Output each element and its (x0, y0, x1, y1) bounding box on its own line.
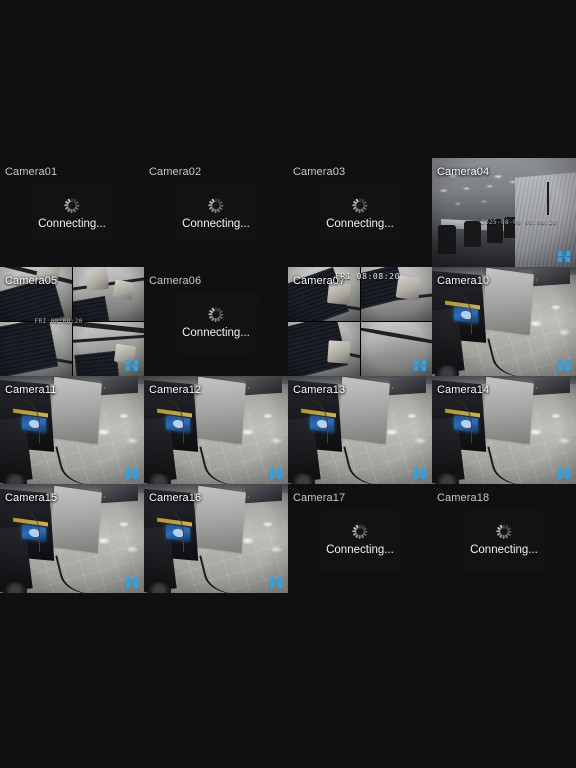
camera-name-label: Camera15 (5, 492, 58, 505)
camera-cell-camera12[interactable]: Camera12 (144, 375, 288, 485)
connecting-label: Connecting... (470, 544, 538, 557)
camera-cell-camera14[interactable]: Camera14 (432, 375, 576, 485)
camera07-osd-timestamp: FRI 08:08:20 (335, 271, 400, 281)
camera-name-label: Camera10 (437, 274, 490, 287)
camera-name-label: Camera01 (5, 166, 58, 178)
camera-cell-camera04[interactable]: 2025-08-08 08:08:20 Camera04 (432, 158, 576, 267)
camera-cell-camera11[interactable]: Camera11 (0, 375, 144, 485)
camera-cell-camera03[interactable]: Camera03 Connecting... (288, 158, 432, 267)
connecting-status-box: Connecting... (171, 292, 261, 355)
camera-cell-camera06[interactable]: Camera06 Connecting... (144, 266, 288, 376)
lab-shelf-unit (100, 376, 139, 396)
loading-spinner (352, 524, 368, 540)
roof-quadrant (288, 321, 360, 376)
camera-cell-camera01[interactable]: Camera01 Connecting... (0, 158, 144, 267)
connecting-label: Connecting... (326, 544, 394, 557)
loading-spinner (208, 306, 224, 322)
lab-monitor-panel (49, 376, 102, 444)
camera-cell-camera18[interactable]: Camera18 Connecting... (432, 484, 576, 593)
roof-sub-scene (0, 321, 72, 376)
brand-n-watermark-icon (270, 577, 282, 588)
brand-n-watermark-icon (126, 577, 138, 588)
brand-n-watermark-icon (414, 359, 426, 371)
camera-cell-camera05[interactable]: Camera05 FRI 08:08:20 (0, 266, 144, 376)
ceiling-lamp-fixture (85, 267, 110, 291)
lab-monitor-panel (481, 376, 534, 444)
loading-spinner (352, 198, 368, 214)
connecting-label: Connecting... (326, 218, 394, 231)
lab-cart-wheel (2, 473, 28, 485)
brand-n-watermark-icon (558, 359, 570, 371)
lab-shelf-unit (244, 485, 283, 505)
lab-monitor-panel (337, 376, 390, 444)
lab-shelf-unit (532, 267, 571, 287)
connecting-status-box: Connecting... (27, 183, 117, 246)
brand-n-watermark-icon (126, 359, 138, 371)
loading-spinner (208, 198, 224, 214)
camera-name-label: Camera03 (293, 166, 346, 178)
camera-name-label: Camera17 (293, 492, 346, 505)
camera-name-label: Camera12 (149, 383, 202, 396)
roof-beam (360, 326, 432, 347)
lab-shelf-unit (100, 485, 139, 505)
lab-monitor-panel (193, 376, 246, 444)
brand-n-watermark-icon (558, 468, 570, 480)
brand-n-watermark-icon (414, 468, 426, 480)
camera-name-label: Camera05 (5, 274, 58, 287)
office-hanging-cord (547, 181, 549, 215)
ceiling-lamp-fixture (327, 339, 351, 364)
lab-shelf-unit (532, 376, 571, 396)
connecting-status-box: Connecting... (459, 509, 549, 572)
roof-beam (72, 334, 144, 344)
lab-cart-wheel (434, 473, 460, 485)
office-osd-timestamp: 2025-08-08 08:08:20 (480, 218, 558, 226)
connecting-status-box: Connecting... (315, 509, 405, 572)
solar-panel (0, 321, 59, 376)
loading-spinner (496, 524, 512, 540)
lab-cart-wheel (146, 473, 172, 485)
camera-name-label: Camera18 (437, 492, 490, 505)
connecting-label: Connecting... (182, 326, 250, 339)
roof-quadrant (72, 266, 144, 322)
connecting-status-box: Connecting... (171, 183, 261, 246)
roof-quadrant (0, 321, 72, 376)
camera-cell-camera17[interactable]: Camera17 Connecting... (288, 484, 432, 593)
camera-wall-app: Camera01 Connecting... Camera02 Connecting.… (0, 0, 576, 768)
camera-grid: Camera01 Connecting... Camera02 Connecting.… (0, 158, 576, 593)
brand-n-watermark-icon (558, 250, 570, 262)
camera-name-label: Camera04 (437, 166, 490, 178)
camera-name-label: Camera14 (437, 383, 490, 396)
connecting-label: Connecting... (38, 218, 106, 231)
camera-name-label: Camera16 (149, 492, 202, 505)
camera05-osd-timestamp: FRI 08:08:20 (34, 317, 83, 325)
lab-monitor-panel (481, 267, 534, 336)
roof-sub-scene (288, 321, 360, 376)
brand-n-watermark-icon (270, 468, 282, 480)
camera-cell-camera13[interactable]: Camera13 (288, 375, 432, 485)
office-chair (437, 225, 457, 254)
solar-panel (74, 350, 120, 376)
roof-sub-scene (72, 266, 144, 322)
camera-cell-camera10[interactable]: Camera10 (432, 266, 576, 376)
connecting-label: Connecting... (182, 218, 250, 231)
lab-cart-wheel (290, 473, 316, 485)
office-chair (463, 221, 481, 248)
camera-cell-camera15[interactable]: Camera15 (0, 484, 144, 593)
camera-cell-camera16[interactable]: Camera16 (144, 484, 288, 593)
camera-name-label: Camera13 (293, 383, 346, 396)
camera-name-label: Camera11 (5, 383, 57, 396)
connecting-status-box: Connecting... (315, 183, 405, 246)
camera-cell-camera02[interactable]: Camera02 Connecting... (144, 158, 288, 267)
camera-name-label: Camera02 (149, 166, 202, 178)
ceiling-lamp-fixture (112, 279, 134, 300)
lab-monitor-panel (49, 485, 102, 553)
quad-divider-horizontal (288, 321, 432, 323)
lab-shelf-unit (388, 376, 427, 396)
lab-monitor-panel (193, 485, 246, 553)
brand-n-watermark-icon (126, 468, 138, 480)
loading-spinner (64, 198, 80, 214)
lab-shelf-unit (244, 376, 283, 396)
camera-cell-camera07[interactable]: Camera07 FRI 08:08:20 (288, 266, 432, 376)
camera-name-label: Camera06 (149, 274, 202, 287)
